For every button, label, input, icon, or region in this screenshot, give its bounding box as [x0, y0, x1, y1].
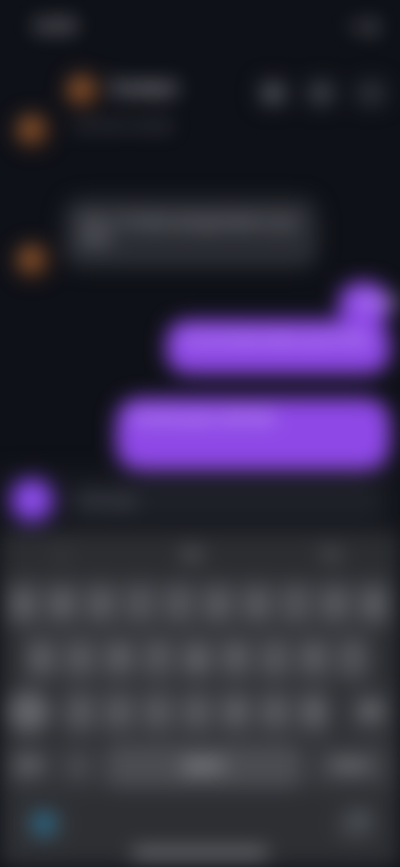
outgoing-message-text-2: Let me know when you’re free.	[182, 331, 373, 347]
outgoing-message-text-1: Thanks!	[354, 293, 400, 309]
more-icon[interactable]: ⋯	[356, 80, 386, 106]
key-k[interactable]: k	[297, 636, 331, 680]
contact-avatar[interactable]	[66, 74, 100, 108]
add-attachment-button[interactable]: +	[10, 478, 54, 522]
key-s[interactable]: s	[63, 636, 97, 680]
key-i[interactable]: i	[279, 582, 313, 626]
status-bar: 16:08 ••• ▮	[0, 0, 400, 60]
screen: 16:08 ••• ▮ Contact Last seen recently ☎…	[0, 0, 400, 867]
outgoing-message-text-3: Sounds good, talk later.	[132, 409, 279, 425]
suggestion-2[interactable]: the	[183, 546, 202, 562]
message-input[interactable]: Message	[66, 484, 384, 518]
contact-name[interactable]: Contact	[110, 78, 177, 99]
key-e[interactable]: e	[84, 582, 118, 626]
key-p[interactable]: p	[357, 582, 391, 626]
key-l[interactable]: l	[336, 636, 370, 680]
incoming-message-text: Sure, I’ll check and get back to you soo…	[80, 213, 298, 247]
message-avatar	[16, 244, 50, 278]
key-w[interactable]: w	[45, 582, 79, 626]
home-indicator	[132, 850, 268, 856]
key-u[interactable]: u	[240, 582, 274, 626]
key-c[interactable]: c	[141, 690, 175, 734]
key-z[interactable]: z	[63, 690, 97, 734]
shift-key[interactable]: ⇧	[6, 690, 52, 734]
suggestion-1[interactable]: I	[60, 546, 64, 562]
outgoing-message-2: Let me know when you’re free.	[166, 320, 390, 374]
incoming-message: Sure, I’ll check and get back to you soo…	[64, 198, 318, 268]
key-r[interactable]: r	[123, 582, 157, 626]
key-m[interactable]: m	[297, 690, 331, 734]
video-icon[interactable]: ⌘	[306, 80, 336, 106]
key-f[interactable]: f	[141, 636, 175, 680]
key-y[interactable]: y	[201, 582, 235, 626]
key-x[interactable]: x	[102, 690, 136, 734]
emoji-key[interactable]: ☺	[56, 744, 100, 788]
outgoing-message-3: Sounds good, talk later.	[116, 398, 390, 470]
numbers-key[interactable]: 123	[6, 744, 50, 788]
delete-key[interactable]: ⌫	[346, 690, 392, 734]
contact-subtitle: Last seen recently	[74, 118, 172, 132]
keyboard-suggestions: I the I’m	[0, 532, 400, 576]
key-q[interactable]: q	[6, 582, 40, 626]
key-j[interactable]: j	[258, 636, 292, 680]
side-avatar	[16, 114, 50, 148]
call-icon[interactable]: ☎	[258, 80, 288, 106]
microphone-icon[interactable]: 🎤	[334, 806, 378, 842]
key-o[interactable]: o	[318, 582, 352, 626]
key-n[interactable]: n	[258, 690, 292, 734]
key-b[interactable]: b	[219, 690, 253, 734]
key-d[interactable]: d	[102, 636, 136, 680]
globe-icon[interactable]: 🌐	[22, 806, 66, 842]
key-t[interactable]: t	[162, 582, 196, 626]
key-g[interactable]: g	[180, 636, 214, 680]
chat-header	[0, 60, 400, 160]
space-key[interactable]: space	[106, 744, 302, 788]
status-icons: ••• ▮	[349, 18, 376, 34]
suggestion-3[interactable]: I’m	[322, 546, 341, 562]
return-key[interactable]: return	[308, 744, 394, 788]
key-a[interactable]: a	[24, 636, 58, 680]
status-time: 16:08	[34, 18, 75, 35]
key-h[interactable]: h	[219, 636, 253, 680]
message-input-placeholder: Message	[80, 492, 137, 508]
key-v[interactable]: v	[180, 690, 214, 734]
